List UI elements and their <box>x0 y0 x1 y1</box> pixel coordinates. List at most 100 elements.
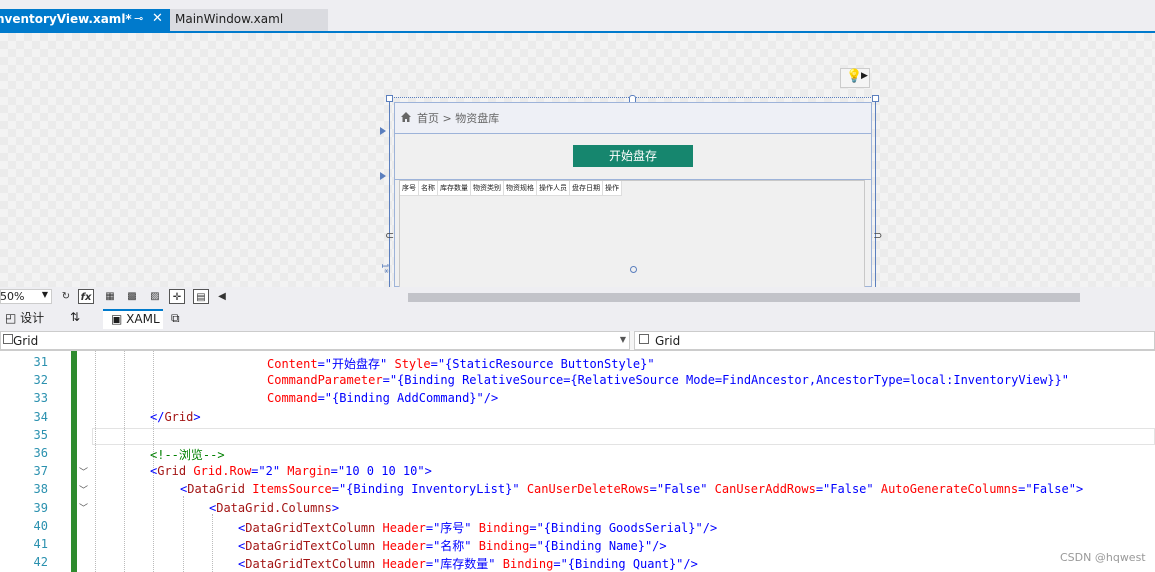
xaml-tab[interactable]: ▣ XAML <box>103 309 163 329</box>
refresh-icon[interactable]: ↻ <box>58 289 74 304</box>
code-token: /> <box>683 557 698 572</box>
indent-guide <box>95 351 96 572</box>
column-header: 序号 <box>400 181 419 195</box>
code-token: > <box>1075 482 1084 497</box>
code-token: CommandParameter <box>267 373 383 388</box>
indent-guide <box>124 351 125 572</box>
code-line[interactable]: Content="开始盘存" Style="{StaticResource Bu… <box>267 355 655 372</box>
code-token: DataGrid <box>187 482 246 497</box>
preview-header: 首页 > 物资盘库 <box>395 103 871 134</box>
line-number: 36 <box>33 446 48 460</box>
code-token: Header <box>375 520 426 535</box>
code-line[interactable]: <DataGridTextColumn Header="库存数量" Bindin… <box>238 555 698 572</box>
code-token: ="{StaticResource ButtonStyle}" <box>430 357 655 371</box>
column-header: 盘存日期 <box>570 181 603 195</box>
column-header: 操作 <box>603 181 622 195</box>
design-surface[interactable]: 💡 ▶ ⊂⊃ ⊂⊃ 1* 首页 > 物资盘库 开始盘存 序号 名称 库存数量 物… <box>0 33 1155 287</box>
scroll-left-icon[interactable]: ◀ <box>214 289 230 304</box>
play-arrow-icon: ▶ <box>861 71 868 81</box>
quick-actions-button[interactable]: 💡 ▶ <box>840 68 870 88</box>
artboard-icon[interactable]: ▨ <box>147 289 163 304</box>
line-number: 40 <box>33 518 48 533</box>
element-selector-bar: Grid ▼ Grid <box>0 331 1155 351</box>
popout-icon[interactable]: ⧉ <box>171 311 180 326</box>
code-token: DataGridTextColumn <box>245 557 376 572</box>
fx-effects-button[interactable]: fx <box>78 289 94 304</box>
code-line[interactable]: </Grid> <box>150 410 201 424</box>
column-header: 物资类别 <box>471 181 504 195</box>
code-token: ="{Binding InventoryList}" <box>331 482 527 497</box>
column-header: 名称 <box>419 181 438 195</box>
element-icon <box>639 334 649 344</box>
code-line[interactable]: <!--浏览--> <box>150 446 225 463</box>
column-header: 操作人员 <box>537 181 570 195</box>
code-token: ="库存数量" <box>425 557 503 572</box>
tab-main-window[interactable]: MainWindow.xaml <box>170 9 328 31</box>
column-header: 物资规格 <box>504 181 537 195</box>
design-tab[interactable]: ◰ 设计 <box>5 309 44 326</box>
code-token: /> <box>702 520 718 535</box>
selection-border-left <box>389 97 391 287</box>
resize-handle[interactable] <box>386 95 393 102</box>
change-tracking-bar <box>71 351 77 572</box>
code-token: </ <box>150 409 165 424</box>
code-line[interactable]: <Grid Grid.Row="2" Margin="10 0 10 10"> <box>150 464 432 478</box>
grid-view-icon[interactable]: ▦ <box>102 289 118 304</box>
code-token: CanUserAddRows <box>714 482 816 497</box>
xaml-label: XAML <box>126 312 160 326</box>
element-member-select[interactable]: Grid <box>634 331 1155 350</box>
code-token: Binding <box>478 539 530 553</box>
watermark: CSDN @hqwest <box>1060 551 1146 564</box>
resize-handle[interactable] <box>872 95 879 102</box>
snap-grid-icon[interactable]: ▩ <box>124 289 140 304</box>
tab-label: nventoryView.xaml* <box>0 12 132 26</box>
code-token: ="False" <box>1018 482 1076 497</box>
current-line-highlight <box>92 428 1155 445</box>
code-token: > <box>424 464 432 479</box>
zoom-select[interactable]: 50% ▼ <box>0 289 52 304</box>
row-arrow-icon[interactable] <box>380 127 386 135</box>
code-token: ="False" <box>649 482 715 497</box>
code-line[interactable]: <DataGridTextColumn Header="序号" Binding=… <box>238 519 717 536</box>
fold-chevron-icon[interactable]: ﹀ <box>79 465 88 478</box>
tab-inventory-view[interactable]: nventoryView.xaml* ⊸ ✕ <box>0 9 170 31</box>
code-token: Style <box>394 357 431 371</box>
code-token: Content <box>267 357 318 371</box>
code-line[interactable]: <DataGridTextColumn Header="名称" Binding=… <box>238 537 667 554</box>
design-icon: ◰ <box>5 311 17 325</box>
code-token: DataGridTextColumn <box>245 539 376 553</box>
code-line[interactable]: Command="{Binding AddCommand}"/> <box>267 391 498 405</box>
fold-chevron-icon[interactable]: ﹀ <box>79 483 88 496</box>
code-line[interactable]: <DataGrid.Columns> <box>209 501 339 515</box>
close-icon[interactable]: ✕ <box>152 11 163 26</box>
fold-chevron-icon[interactable]: ﹀ <box>79 501 88 514</box>
element-type-select[interactable]: Grid ▼ <box>0 331 630 350</box>
code-token: <!--浏览--> <box>150 448 225 462</box>
project-code-icon[interactable]: ▤ <box>193 289 209 304</box>
inventory-view-preview[interactable]: 首页 > 物资盘库 开始盘存 序号 名称 库存数量 物资类别 物资规格 操作人员… <box>394 102 872 287</box>
code-line[interactable]: <DataGrid ItemsSource="{Binding Inventor… <box>180 482 1083 496</box>
lightbulb-icon: 💡 <box>846 69 863 84</box>
center-point-icon <box>630 266 637 273</box>
code-token: Binding <box>478 520 530 535</box>
pin-icon[interactable]: ⊸ <box>134 12 143 25</box>
element-icon <box>3 334 13 344</box>
xaml-code-editor[interactable]: 31 32 33 34 35 36 37 38 39 40 41 42 Content="开始盘存" … <box>0 351 1155 572</box>
snap-lines-icon[interactable]: ✛ <box>169 289 185 304</box>
code-token: Margin <box>287 464 331 479</box>
horizontal-scrollbar[interactable] <box>408 293 1080 302</box>
indent-guide <box>183 496 184 572</box>
code-line[interactable]: CommandParameter="{Binding RelativeSourc… <box>267 373 1069 387</box>
swap-panes-button[interactable]: ⇅ <box>70 310 80 324</box>
line-number: 31 <box>33 355 48 369</box>
selection-border-right <box>875 97 877 287</box>
column-header: 库存数量 <box>438 181 471 195</box>
start-inventory-button[interactable]: 开始盘存 <box>573 145 693 167</box>
row-arrow-icon[interactable] <box>380 172 386 180</box>
code-token: DataGridTextColumn <box>245 520 376 535</box>
code-token: ="{Binding AddCommand}" <box>317 391 484 406</box>
line-number: 33 <box>33 391 48 406</box>
code-token: Header <box>375 539 426 553</box>
code-token: AutoGenerateColumns <box>880 482 1019 497</box>
line-number: 41 <box>33 537 48 551</box>
